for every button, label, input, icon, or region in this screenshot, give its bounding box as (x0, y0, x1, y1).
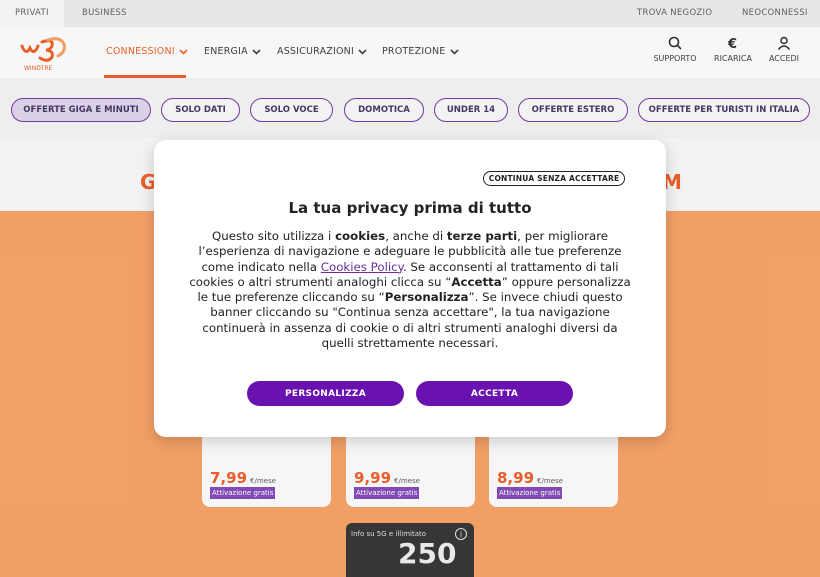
dialog-title: La tua privacy prima di tutto (288, 199, 532, 217)
cookie-consent-dialog: CONTINUA SENZA ACCETTARE La tua privacy … (154, 140, 666, 437)
cookies-policy-link[interactable]: Cookies Policy (321, 260, 403, 274)
personalizza-button[interactable]: PERSONALIZZA (247, 381, 404, 406)
accetta-button[interactable]: ACCETTA (416, 381, 573, 406)
continue-without-accepting-button[interactable]: CONTINUA SENZA ACCETTARE (483, 171, 625, 186)
dialog-body: Questo sito utilizza i cookies, anche di… (189, 229, 631, 351)
